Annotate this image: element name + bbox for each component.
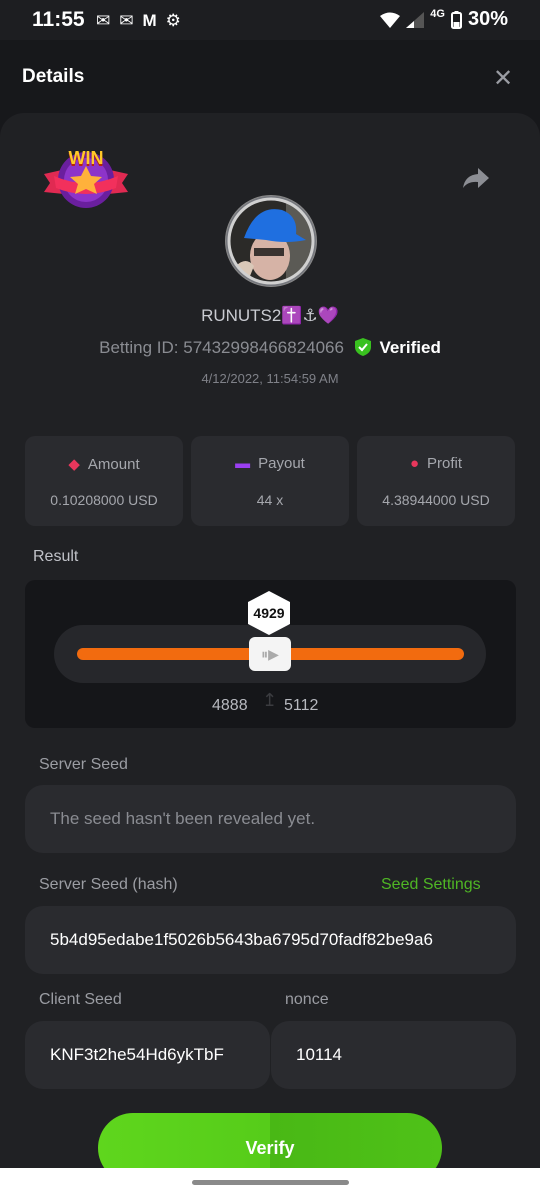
server-seed-value: The seed hasn't been revealed yet. (50, 809, 316, 828)
betting-id-row: Betting ID: 57432998466824066 Verified (0, 338, 540, 358)
amount-label-row: ◆ Amount (25, 455, 183, 473)
notification-icons: ✉ ✉ M ⚙ (96, 11, 181, 31)
result-label: Result (33, 548, 79, 565)
status-time: 11:55 (32, 8, 85, 31)
status-bar: 11:55 ✉ ✉ M ⚙ 4G 30% (0, 0, 540, 40)
server-seed-hash-field[interactable]: 5b4d95edabe1f5026b5643ba6795d70fadf82be9… (25, 906, 516, 974)
roll-value-marker: 4929 (246, 591, 292, 635)
share-icon (463, 168, 489, 188)
win-badge: WIN (42, 146, 130, 210)
battery-percent: 30% (467, 8, 508, 30)
range-high: 5112 (284, 697, 319, 714)
payout-label-row: ▬ Payout (191, 455, 349, 472)
profit-label-row: ● Profit (357, 455, 515, 472)
profit-hand-icon: ● (409, 455, 420, 472)
slider-thumb[interactable]: ⏸▶ (249, 637, 291, 671)
amount-card: ◆ Amount 0.10208000 USD (25, 436, 183, 526)
gmail-icon: M (142, 11, 157, 30)
verified-shield-icon (354, 338, 371, 356)
client-seed-value: KNF3t2he54Hd6ykTbF (50, 1045, 224, 1064)
verified-label: Verified (379, 338, 441, 357)
wallet-icon: ▬ (235, 455, 251, 472)
slider-grip-icon: ⏸▶ (261, 646, 279, 662)
signal-icon (406, 11, 425, 28)
server-seed-hash-value: 5b4d95edabe1f5026b5643ba6795d70fadf82be9… (50, 930, 433, 949)
network-type: 4G (430, 7, 445, 20)
seed-settings-link[interactable]: Seed Settings (381, 876, 481, 894)
close-button[interactable]: ✕ (493, 64, 513, 93)
home-gesture-handle[interactable] (192, 1180, 349, 1185)
amount-label: Amount (87, 456, 140, 473)
range-low: 4888 (212, 697, 248, 714)
amount-value: 0.10208000 USD (50, 492, 158, 508)
range-divider-icon: ↥ (262, 690, 278, 710)
win-badge-text: WIN (68, 148, 104, 168)
profit-label: Profit (427, 455, 463, 472)
profit-card: ● Profit 4.38944000 USD (357, 436, 515, 526)
payout-label: Payout (258, 455, 305, 472)
betting-id: Betting ID: 57432998466824066 (99, 338, 344, 357)
payout-card: ▬ Payout 44 x (191, 436, 349, 526)
nonce-field[interactable]: 10114 (271, 1021, 516, 1089)
nonce-label: nonce (285, 991, 329, 1008)
user-photo-icon (227, 197, 315, 285)
battery-icon (450, 10, 462, 29)
client-seed-field[interactable]: KNF3t2he54Hd6ykTbF (25, 1021, 270, 1089)
settings-gear-icon: ⚙ (165, 11, 181, 30)
nonce-value: 10114 (296, 1045, 343, 1064)
server-seed-hash-label: Server Seed (hash) (39, 876, 178, 893)
avatar (225, 195, 317, 287)
profit-value: 4.38944000 USD (382, 492, 490, 508)
coins-icon: ◆ (68, 456, 80, 473)
payout-value: 44 x (256, 492, 284, 508)
server-seed-label: Server Seed (39, 756, 128, 773)
mail-icon: ✉ (119, 11, 134, 30)
share-button[interactable] (462, 166, 490, 195)
client-seed-label: Client Seed (39, 991, 122, 1008)
roll-value: 4929 (253, 605, 285, 621)
username: RUNUTS2✝️⚓💜 (201, 306, 339, 325)
wifi-icon (380, 12, 401, 28)
mail-icon: ✉ (96, 11, 111, 30)
page-title: Details (22, 66, 85, 87)
server-seed-field[interactable]: The seed hasn't been revealed yet. (25, 785, 516, 853)
bet-datetime: 4/12/2022, 11:54:59 AM (201, 371, 339, 386)
